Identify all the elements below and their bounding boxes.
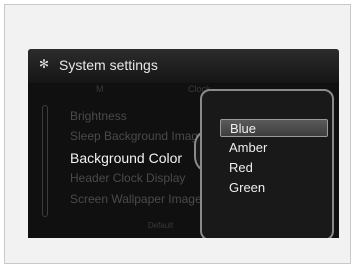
option-red[interactable]: Red (220, 159, 328, 177)
title-bar: ✻ System settings (28, 49, 339, 83)
menu-scrollbar[interactable] (42, 105, 48, 217)
menu-item-sleep-background[interactable]: Sleep Background Image (70, 129, 205, 143)
menu-item-brightness[interactable]: Brightness (70, 109, 127, 123)
gear-icon: ✻ (39, 57, 50, 71)
display-screen: ✻ System settings M Clock Brightness Sle… (28, 49, 339, 238)
faded-tab-left[interactable]: M (96, 84, 108, 94)
menu-item-screen-wallpaper[interactable]: Screen Wallpaper Image (70, 192, 202, 206)
default-button[interactable]: Default (138, 221, 183, 232)
color-options-popup: Blue Amber Red Green (200, 89, 334, 238)
page-title: System settings (59, 57, 158, 73)
menu-item-background-color[interactable]: Background Color (70, 150, 182, 166)
option-green[interactable]: Green (220, 179, 328, 197)
option-amber[interactable]: Amber (220, 139, 328, 157)
figure-frame: ✻ System settings M Clock Brightness Sle… (4, 4, 351, 264)
menu-item-header-clock[interactable]: Header Clock Display (70, 171, 185, 185)
option-blue[interactable]: Blue (220, 119, 328, 137)
